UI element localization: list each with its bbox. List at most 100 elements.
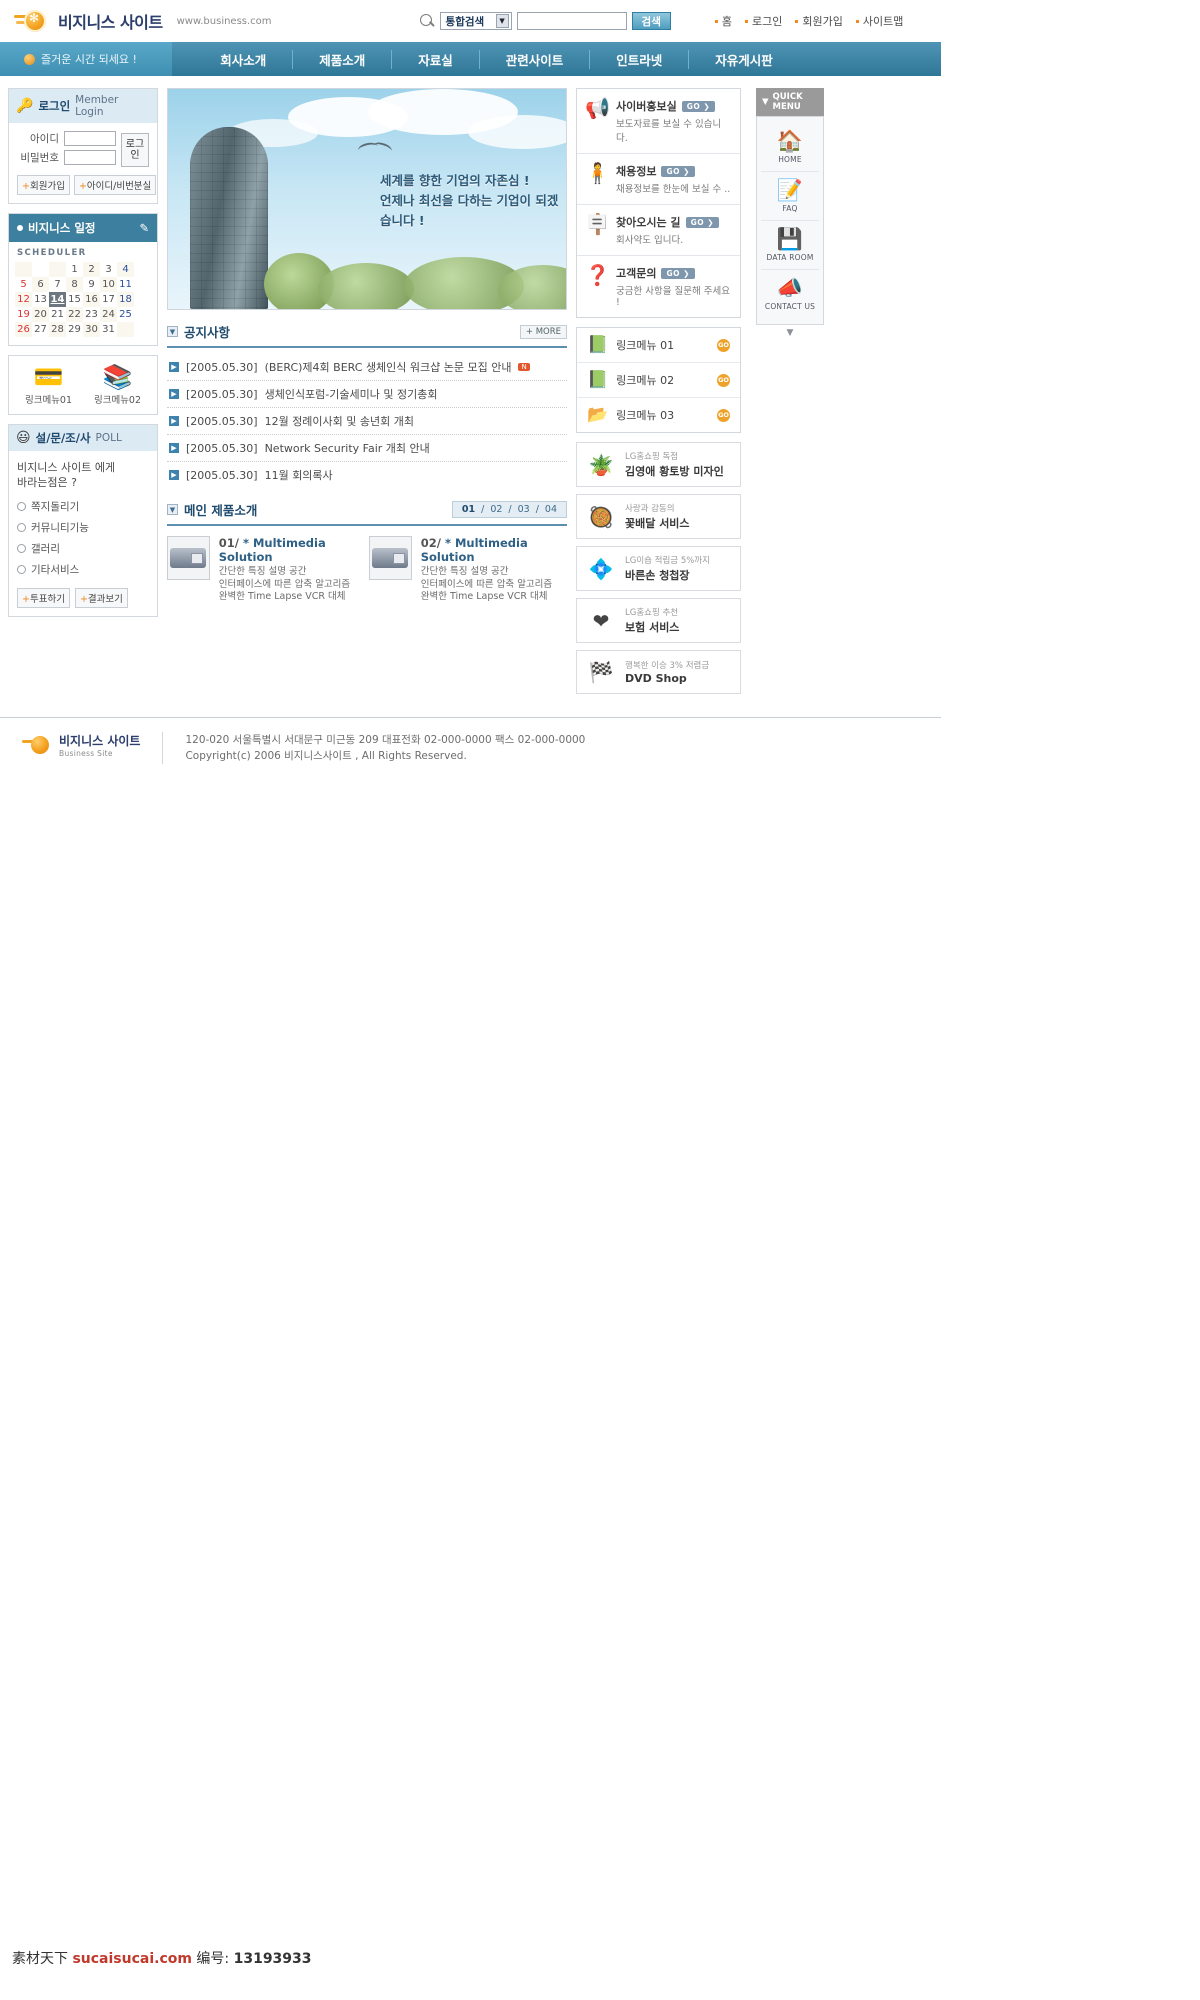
quick-menu-item[interactable]: 📝 FAQ (761, 172, 819, 221)
right-linkmenu-row[interactable]: 📗 링크메뉴 02 GO (577, 363, 740, 398)
calendar-day[interactable]: 25 (117, 307, 134, 322)
calendar-day[interactable]: 24 (100, 307, 117, 322)
calendar-day[interactable]: 8 (66, 277, 83, 292)
calendar-day[interactable]: 31 (100, 322, 117, 337)
calendar-day[interactable]: 30 (83, 322, 100, 337)
poll-option-4[interactable]: 기타서비스 (9, 559, 157, 580)
util-link-join[interactable]: 회원가입 (795, 13, 843, 29)
go-button[interactable]: GO ❯ (661, 267, 695, 279)
join-button[interactable]: +회원가입 (17, 175, 70, 195)
notice-row[interactable]: ▶ [2005.05.30] 12월 정례이사회 및 송년회 개최 (167, 408, 567, 435)
calendar-day[interactable]: 13 (32, 292, 49, 307)
site-logo[interactable]: 비지니스 사이트 www.business.com (14, 8, 272, 34)
calendar-day[interactable]: 27 (32, 322, 49, 337)
poll-option-2[interactable]: 커뮤니티기능 (9, 517, 157, 538)
calendar-day[interactable]: 17 (100, 292, 117, 307)
calendar-day[interactable]: 18 (117, 292, 134, 307)
calendar-day[interactable]: 19 (15, 307, 32, 322)
quick-menu-item[interactable]: 🏠 HOME (761, 123, 819, 172)
poll-option-1[interactable]: 쪽지돌리기 (9, 496, 157, 517)
poll-option-3[interactable]: 갤러리 (9, 538, 157, 559)
pager-page-4[interactable]: 04 (545, 504, 557, 515)
calendar-day[interactable]: 22 (66, 307, 83, 322)
go-button[interactable]: GO ❯ (681, 100, 716, 112)
util-link-sitemap[interactable]: 사이트맵 (855, 13, 903, 29)
search-input[interactable] (516, 12, 627, 30)
nav-item-dataroom[interactable]: 자료실 (392, 49, 480, 69)
pager-page-2[interactable]: 02 (490, 504, 502, 515)
poll-vote-button[interactable]: +투표하기 (17, 588, 70, 608)
calendar-day[interactable]: 16 (83, 292, 100, 307)
banner-item[interactable]: 💠 LG이숍 적립금 5%까지 바른손 청첩장 (576, 546, 741, 591)
notice-row[interactable]: ▶ [2005.05.30] Network Security Fair 개최 안내 (167, 435, 567, 462)
notice-row[interactable]: ▶ [2005.05.30] 생체인식포럼-기술세미나 및 정기총회 (167, 381, 567, 408)
banner-item[interactable]: 🪴 LG홈쇼핑 독점 김영애 황토방 미자인 (576, 442, 741, 487)
nav-item-product[interactable]: 제품소개 (293, 49, 393, 69)
pencil-icon[interactable]: ✎ (139, 221, 149, 235)
radio-icon[interactable] (17, 544, 26, 553)
nav-item-company[interactable]: 회사소개 (194, 49, 294, 69)
quick-menu-item[interactable]: 📣 CONTACT US (761, 270, 819, 318)
find-id-pw-button[interactable]: +아이디/비번분실 (73, 175, 157, 195)
login-password-input[interactable] (64, 150, 116, 165)
service-row[interactable]: 🪧 찾아오시는 길 GO ❯ 회사약도 입니다. (577, 205, 740, 256)
calendar-day[interactable]: 6 (32, 277, 49, 292)
main-visual-banner[interactable]: 세계를 향한 기업의 자존심 ! 언제나 최선을 다하는 기업이 되겠습니다 ! (167, 88, 567, 310)
calendar-day[interactable]: 14 (49, 292, 66, 307)
poll-result-button[interactable]: +결과보기 (74, 588, 128, 608)
calendar-day[interactable]: 23 (83, 307, 100, 322)
pager-page-1[interactable]: 01 (462, 504, 475, 515)
calendar-day[interactable]: 12 (15, 292, 32, 307)
notice-more-button[interactable]: + MORE (519, 324, 567, 339)
product-pager[interactable]: 01/ 02/ 03/ 04 (451, 501, 567, 518)
login-submit-button[interactable]: 로그인 (121, 133, 149, 167)
go-button[interactable]: GO (717, 338, 730, 352)
calendar-day[interactable]: 5 (15, 277, 32, 292)
search-button[interactable]: 검색 (631, 12, 671, 30)
service-row[interactable]: 📢 사이버홍보실 GO ❯ 보도자료를 보실 수 있습니다. (577, 89, 740, 154)
util-link-home[interactable]: 홈 (714, 13, 732, 29)
calendar-day[interactable]: 15 (66, 292, 83, 307)
calendar-day[interactable]: 20 (32, 307, 49, 322)
calendar-day[interactable]: 26 (15, 322, 32, 337)
quick-menu-collapse[interactable]: ▼ (756, 325, 824, 341)
service-row[interactable]: ❓ 고객문의 GO ❯ 궁금한 사항을 질문해 주세요 ! (577, 256, 740, 317)
radio-icon[interactable] (17, 502, 26, 511)
util-link-login[interactable]: 로그인 (745, 13, 782, 29)
calendar-day[interactable]: 21 (49, 307, 66, 322)
search-category-select[interactable]: 통합검색 ▼ (439, 12, 512, 30)
banner-item[interactable]: ❤ LG홈쇼핑 추천 보험 서비스 (576, 598, 741, 643)
login-id-input[interactable] (64, 131, 116, 146)
go-button[interactable]: GO ❯ (685, 216, 719, 228)
right-linkmenu-row[interactable]: 📗 링크메뉴 01 GO (577, 328, 740, 363)
radio-icon[interactable] (17, 523, 26, 532)
pager-page-3[interactable]: 03 (518, 504, 530, 515)
calendar-day[interactable]: 7 (49, 277, 66, 292)
calendar-day[interactable]: 28 (49, 322, 66, 337)
banner-item[interactable]: 🥘 사랑과 감동의 꽃배달 서비스 (576, 494, 741, 539)
right-linkmenu-row[interactable]: 📂 링크메뉴 03 GO (577, 398, 740, 432)
calendar-day[interactable]: 4 (117, 262, 134, 277)
nav-item-board[interactable]: 자유게시판 (689, 50, 799, 69)
calendar-day[interactable]: 29 (66, 322, 83, 337)
banner-item[interactable]: 🏁 행복한 이승 3% 저렴금 DVD Shop (576, 650, 741, 694)
notice-row[interactable]: ▶ [2005.05.30] 11월 회의록사 (167, 462, 567, 488)
calendar-day[interactable]: 2 (83, 262, 100, 277)
calendar-day[interactable]: 9 (83, 277, 100, 292)
left-linkmenu-item-1[interactable]: 💳 링크메뉴01 (17, 364, 80, 406)
service-row[interactable]: 🧍 채용정보 GO ❯ 채용정보를 한눈에 보실 수 .. (577, 154, 740, 205)
calendar-day[interactable]: 1 (66, 262, 83, 277)
quick-menu-item[interactable]: 💾 DATA ROOM (761, 221, 819, 270)
calendar-day[interactable]: 3 (100, 262, 117, 277)
product-item[interactable]: 02/ * Multimedia Solution 간단한 특징 설명 공간 인… (369, 536, 555, 604)
go-button[interactable]: GO ❯ (661, 165, 695, 177)
go-button[interactable]: GO (717, 373, 730, 387)
product-item[interactable]: 01/ * Multimedia Solution 간단한 특징 설명 공간 인… (167, 536, 353, 604)
nav-item-intranet[interactable]: 인트라넷 (590, 49, 690, 69)
go-button[interactable]: GO (717, 408, 730, 422)
notice-row[interactable]: ▶ [2005.05.30] (BERC)제4회 BERC 생체인식 워크샵 논문 … (167, 354, 567, 381)
left-linkmenu-item-2[interactable]: 📚 링크메뉴02 (86, 364, 149, 406)
radio-icon[interactable] (17, 565, 26, 574)
calendar-day[interactable]: 10 (100, 277, 117, 292)
calendar-day[interactable]: 11 (117, 277, 134, 292)
